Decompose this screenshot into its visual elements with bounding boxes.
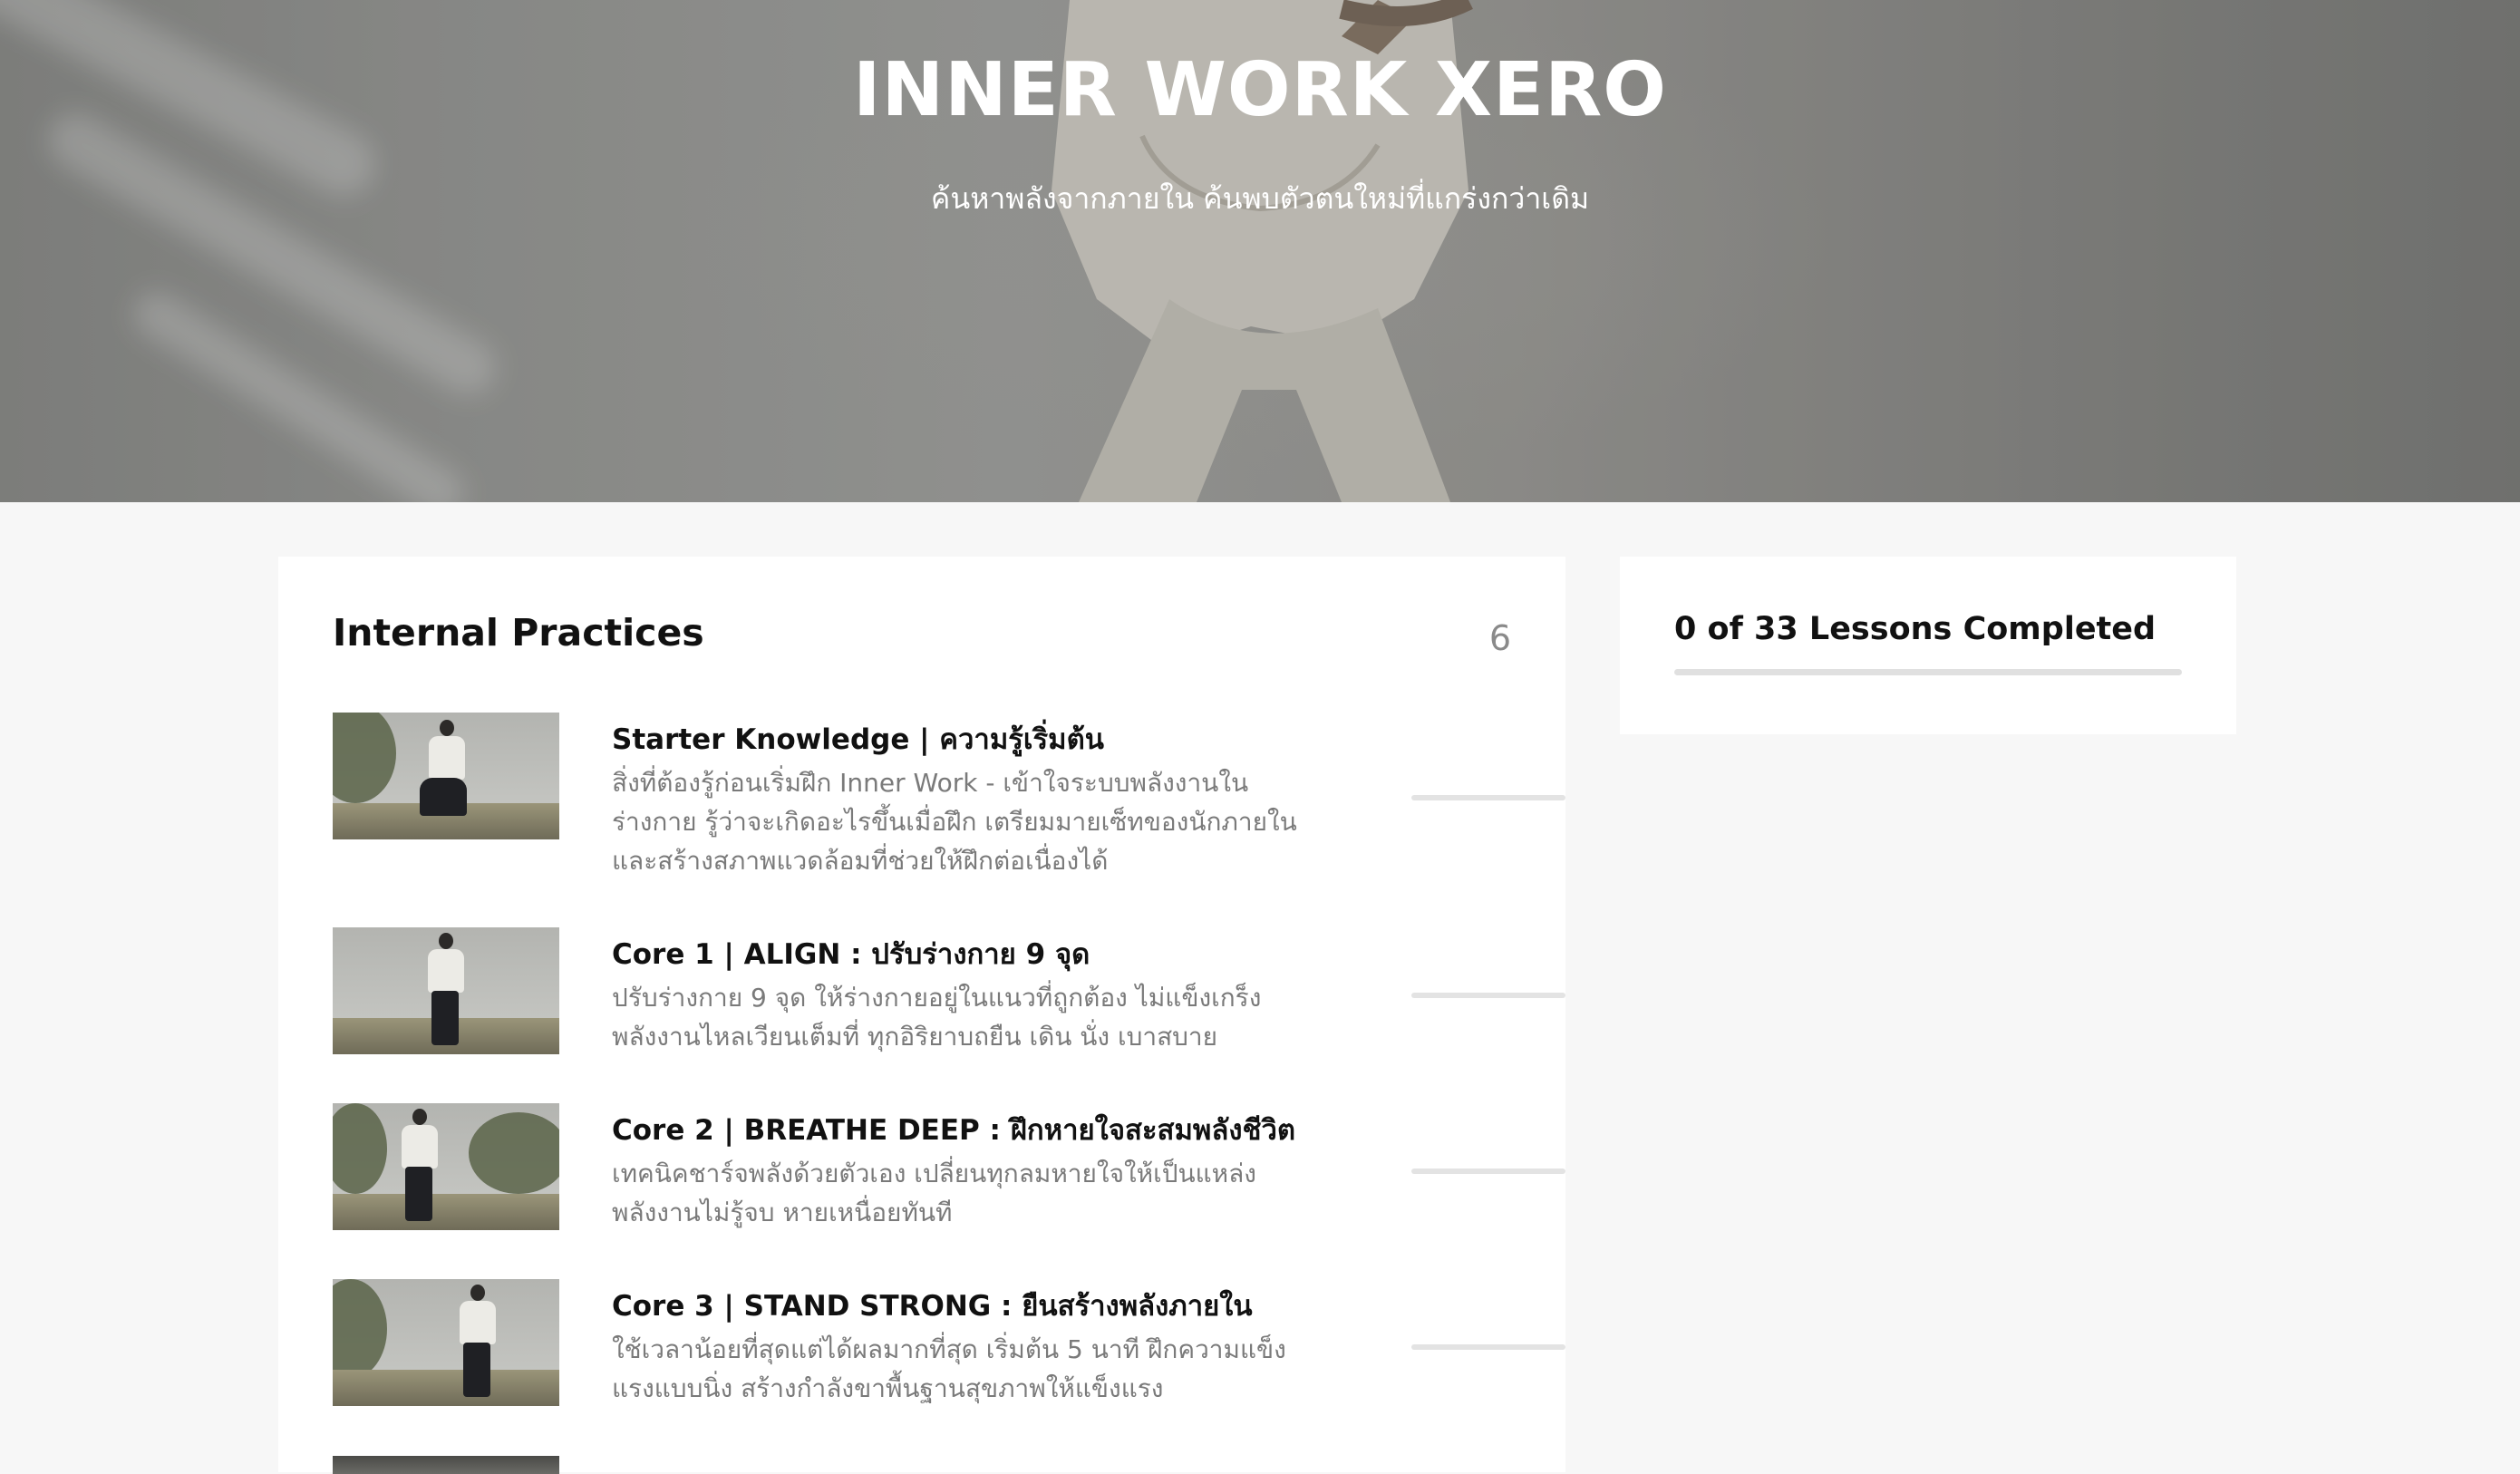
section-title: Internal Practices xyxy=(333,611,704,655)
lesson-thumbnail-partial[interactable] xyxy=(333,1456,559,1474)
hero-banner: INNER WORK XERO ค้นหาพลังจากภายใน ค้นพบต… xyxy=(0,0,2520,502)
section-lesson-count: 6 xyxy=(1488,618,1511,658)
hero-title: INNER WORK XERO xyxy=(853,47,1667,133)
lesson-item[interactable]: Core 2 | BREATHE DEEP : ฝึกหายใจสะสมพลัง… xyxy=(333,1103,1565,1239)
lesson-thumbnail[interactable] xyxy=(333,713,559,839)
hero-subtitle: ค้นหาพลังจากภายใน ค้นพบตัวตนใหม่ที่แกร่ง… xyxy=(930,181,1590,216)
lessons-completed-text: 0 of 33 Lessons Completed xyxy=(1674,611,2157,647)
lesson-description: ปรับร่างกาย 9 จุด ให้ร่างกายอยู่ในแนวที่… xyxy=(612,983,1262,1052)
lesson-description: สิ่งที่ต้องรู้ก่อนเริ่มฝึก Inner Work - … xyxy=(612,768,1297,876)
lesson-title[interactable]: Core 2 | BREATHE DEEP : ฝึกหายใจสะสมพลัง… xyxy=(612,1107,1295,1152)
lesson-title[interactable]: Starter Knowledge | ความรู้เริ่มต้น xyxy=(612,716,1104,761)
course-progress-bar xyxy=(1674,669,2182,675)
lesson-item[interactable]: Core 3 | STAND STRONG : ยืนสร้างพลังภายใ… xyxy=(333,1279,1565,1415)
lesson-thumbnail[interactable] xyxy=(333,1103,559,1230)
lesson-item[interactable]: Core 1 | ALIGN : ปรับร่างกาย 9 จุด ปรับร… xyxy=(333,927,1565,1063)
lesson-progress-bar xyxy=(1411,993,1565,998)
lessons-card: Internal Practices 6 Starter Knowledge |… xyxy=(278,557,1565,1474)
tree-shape xyxy=(469,1112,559,1194)
lesson-thumbnail[interactable] xyxy=(333,1279,559,1406)
lesson-progress-bar xyxy=(1411,1169,1565,1174)
lesson-progress-bar xyxy=(1411,1344,1565,1350)
lesson-title[interactable]: Core 3 | STAND STRONG : ยืนสร้างพลังภายใ… xyxy=(612,1283,1253,1328)
lesson-thumbnail[interactable] xyxy=(333,927,559,1054)
lesson-item[interactable]: Starter Knowledge | ความรู้เริ่มต้น สิ่ง… xyxy=(333,713,1565,894)
lesson-description: เทคนิคชาร์จพลังด้วยตัวเอง เปลี่ยนทุกลมหา… xyxy=(612,1159,1256,1227)
lesson-title[interactable]: Core 1 | ALIGN : ปรับร่างกาย 9 จุด xyxy=(612,931,1090,976)
progress-card: 0 of 33 Lessons Completed xyxy=(1620,557,2236,734)
lesson-description: ใช้เวลาน้อยที่สุดแต่ได้ผลมากที่สุด เริ่ม… xyxy=(612,1334,1286,1403)
lesson-progress-bar xyxy=(1411,795,1565,800)
